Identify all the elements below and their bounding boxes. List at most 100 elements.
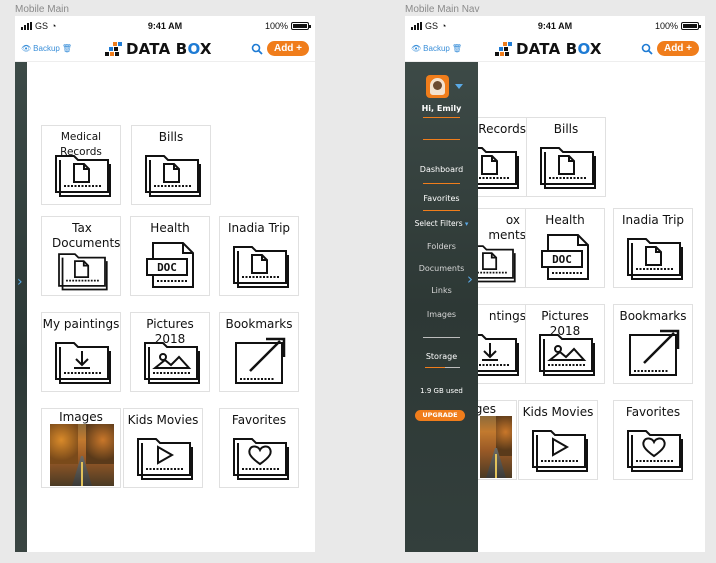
svg-text:DOC: DOC	[552, 253, 572, 266]
heart-folder-icon	[622, 423, 686, 475]
folder-tile[interactable]: Images	[41, 408, 121, 488]
search-icon[interactable]	[641, 43, 653, 55]
folder-tile[interactable]: Bills	[131, 125, 211, 205]
tile-label: Bills	[158, 130, 184, 144]
folder-tile[interactable]: Tax Documents	[41, 216, 121, 296]
divider	[423, 117, 460, 118]
svg-text:DOC: DOC	[157, 261, 177, 274]
filter-folders[interactable]: Folders	[405, 242, 478, 251]
upgrade-button[interactable]: UPGRADE	[415, 410, 465, 421]
play-folder-icon	[527, 423, 591, 475]
folder-tile[interactable]: Medical Records	[41, 125, 121, 205]
folder-tile[interactable]: Bills	[526, 117, 606, 197]
tile-label: Inadia Trip	[227, 221, 291, 235]
trash-icon: 🗑	[451, 44, 462, 53]
divider	[423, 183, 460, 184]
artboard-label-nav: Mobile Main Nav	[405, 4, 480, 15]
folder-tile[interactable]: Inadia Trip	[613, 208, 693, 288]
tile-label: Favorites	[231, 413, 287, 427]
road-photo-thumbnail	[50, 424, 114, 486]
folder-tile[interactable]: Favorites	[613, 400, 693, 480]
folder-tile[interactable]: Pictures 2018	[130, 312, 210, 392]
heart-folder-icon	[228, 431, 292, 483]
add-button[interactable]: Add +	[267, 41, 309, 56]
battery-percent: 100%	[264, 21, 288, 31]
link-arrow-icon	[629, 329, 680, 376]
play-folder-icon	[132, 431, 196, 483]
doc-folder-icon	[228, 239, 292, 291]
battery-percent: 100%	[654, 21, 678, 31]
eye-icon: 👁	[21, 44, 32, 53]
chevron-down-icon[interactable]	[455, 84, 463, 89]
tile-label: Images	[59, 410, 103, 424]
filter-images[interactable]: Images	[405, 310, 478, 319]
doc-folder-icon	[622, 231, 686, 283]
image-folder-icon	[534, 327, 598, 379]
data-box-logo: DATA BOX	[495, 40, 602, 58]
folder-grid: › Medical Records Bills Tax Documents He…	[15, 62, 315, 552]
caret-down-icon: ▾	[462, 220, 469, 228]
doc-file-icon: DOC	[146, 242, 194, 288]
logo-mark-icon	[495, 42, 512, 56]
tile-label: Health	[545, 213, 585, 227]
folder-tile[interactable]: Kids Movies	[518, 400, 598, 480]
folder-tile[interactable]: Health DOC	[525, 208, 605, 288]
folder-tile[interactable]: Health DOC	[130, 216, 210, 296]
folder-tile[interactable]: Inadia Trip	[219, 216, 299, 296]
tile-label: Bookmarks	[225, 317, 293, 331]
backup-button[interactable]: 👁 Backup 🗑	[21, 44, 72, 53]
divider	[423, 337, 460, 338]
storage-used-bar	[425, 367, 445, 368]
eye-icon: 👁	[411, 44, 422, 53]
tile-label: Kids Movies	[127, 413, 199, 427]
artboard-label-main: Mobile Main	[15, 4, 69, 15]
tile-label: Kids Movies	[522, 405, 594, 419]
chevron-right-icon[interactable]: ›	[467, 270, 473, 288]
doc-folder-icon	[140, 148, 204, 200]
collapsed-nav-strip[interactable]: ›	[15, 62, 27, 552]
link-arrow-icon	[235, 337, 286, 384]
backup-button[interactable]: 👁 Backup 🗑	[411, 44, 462, 53]
logo-mark-icon	[105, 42, 122, 56]
search-icon[interactable]	[251, 43, 263, 55]
divider	[423, 210, 460, 211]
doc-folder-icon	[50, 247, 114, 293]
image-folder-icon	[139, 335, 203, 387]
backup-label: Backup	[33, 44, 60, 53]
folder-tile[interactable]: My paintings	[41, 312, 121, 392]
tile-label: Bills	[553, 122, 579, 136]
avatar[interactable]	[426, 75, 449, 98]
user-greeting: Hi, Emily	[421, 104, 462, 113]
data-box-logo: DATA BOX	[105, 40, 212, 58]
battery-icon	[681, 22, 701, 30]
tile-label: Inadia Trip	[621, 213, 685, 227]
trash-icon: 🗑	[61, 44, 72, 53]
tile-label: Health	[150, 221, 190, 235]
add-button[interactable]: Add +	[657, 41, 699, 56]
folder-tile[interactable]: Bookmarks	[613, 304, 693, 384]
app-header: 👁 Backup 🗑 DATA BOX Add +	[405, 38, 705, 62]
backup-label: Backup	[423, 44, 450, 53]
folder-tile[interactable]: Pictures 2018	[525, 304, 605, 384]
folder-tile[interactable]: Favorites	[219, 408, 299, 488]
status-bar: GS ◔ 9:41 AM 100%	[405, 16, 705, 38]
doc-folder-icon	[535, 140, 599, 192]
tile-label: My paintings	[42, 317, 120, 331]
nav-storage[interactable]: Storage	[405, 352, 478, 361]
nav-favorites[interactable]: Favorites	[405, 194, 478, 203]
folder-tile[interactable]: Bookmarks	[219, 312, 299, 392]
doc-folder-icon	[50, 148, 114, 200]
folder-tile[interactable]: Kids Movies	[123, 408, 203, 488]
divider	[423, 139, 460, 140]
status-bar: GS ◔ 9:41 AM 100%	[15, 16, 315, 38]
storage-free-bar	[445, 367, 460, 368]
doc-file-icon: DOC	[541, 234, 589, 280]
tile-label: Favorites	[625, 405, 681, 419]
chevron-right-icon[interactable]: ›	[17, 274, 23, 290]
mobile-main-screen: GS ◔ 9:41 AM 100% 👁 Backup 🗑 DATA BOX Ad…	[15, 16, 315, 552]
select-filters-dropdown[interactable]: Select Filters ▾	[405, 219, 478, 228]
mobile-nav-screen: GS ◔ 9:41 AM 100% 👁 Backup 🗑 DATA BOX Ad…	[405, 16, 705, 552]
storage-used-text: 1.9 GB used	[420, 387, 463, 395]
battery-icon	[291, 22, 311, 30]
nav-dashboard[interactable]: Dashboard	[405, 165, 478, 174]
